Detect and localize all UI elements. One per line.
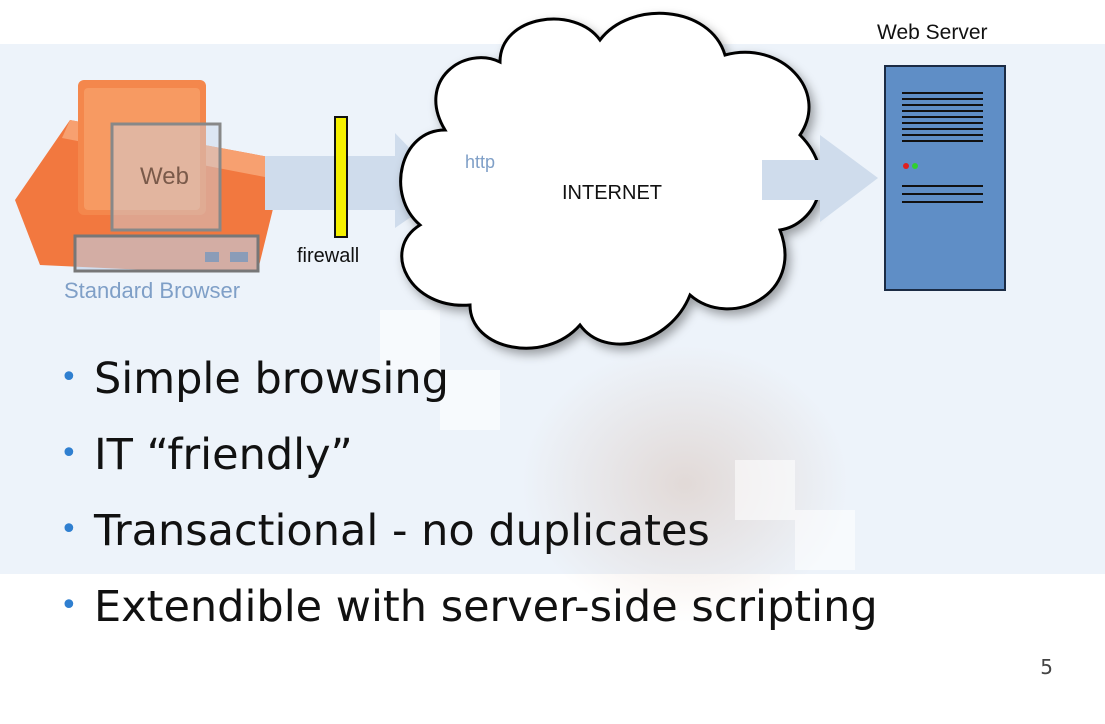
internet-label: INTERNET [562,182,662,204]
bullet-dot-icon: • [60,512,78,547]
device-web-label: Web [140,163,189,190]
bullet-text: Transactional - no duplicates [94,506,710,556]
bullet-text: Extendible with server-side scripting [94,582,878,632]
page-number: 5 [1040,655,1053,679]
bullet-list: • Simple browsing • IT “friendly” • Transac… [60,348,878,652]
bullet-item: • Extendible with server-side scripting [60,576,878,652]
server-label: Web Server [877,21,988,44]
http-label: http [465,152,495,172]
bullet-dot-icon: • [60,360,78,395]
cloud-icon [399,11,822,350]
firewall-label: firewall [297,245,359,267]
bullet-item: • IT “friendly” [60,424,878,500]
bullet-dot-icon: • [60,588,78,623]
bullet-item: • Simple browsing [60,348,878,424]
server-green-led [912,163,918,169]
server-red-led [903,163,909,169]
bullet-text: Simple browsing [94,354,449,404]
firewall-bar [334,116,348,238]
bullet-dot-icon: • [60,436,78,471]
device-caption: Standard Browser [64,278,240,303]
server-icon [884,65,1006,291]
bullet-text: IT “friendly” [94,430,353,480]
bullet-item: • Transactional - no duplicates [60,500,878,576]
